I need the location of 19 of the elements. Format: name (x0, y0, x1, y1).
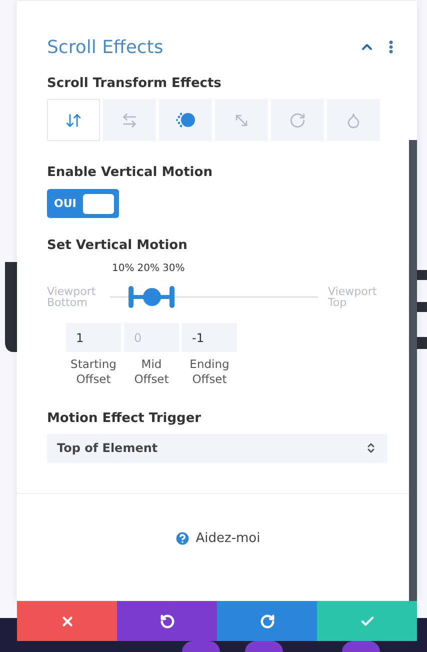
section-title: Scroll Effects (47, 36, 164, 58)
start-label: Viewport Bottom (47, 286, 97, 308)
offset-label: Starting Offset (70, 357, 118, 387)
trigger-select[interactable]: Top of Element (47, 434, 387, 463)
offset-label: Mid Offset (133, 357, 170, 387)
field-label: Scroll Transform Effects (47, 76, 222, 91)
field-label: Set Vertical Motion (47, 238, 188, 253)
offset-label: Ending Offset (188, 357, 230, 387)
toggle-switch[interactable]: OUI (47, 189, 119, 218)
offset-input[interactable]: -1 (182, 323, 237, 352)
help-link[interactable]: Aidez-moi (174, 530, 260, 548)
field-label: Enable Vertical Motion (47, 165, 214, 180)
offset-input[interactable]: 1 (66, 323, 121, 352)
percent-label: 30% (162, 263, 185, 276)
percent-label: 10% (112, 263, 134, 276)
end-label: Viewport Top (328, 286, 378, 308)
percent-label: 20% (137, 263, 160, 276)
field-label: Motion Effect Trigger (47, 410, 202, 426)
offset-input[interactable]: 0 (124, 323, 179, 352)
